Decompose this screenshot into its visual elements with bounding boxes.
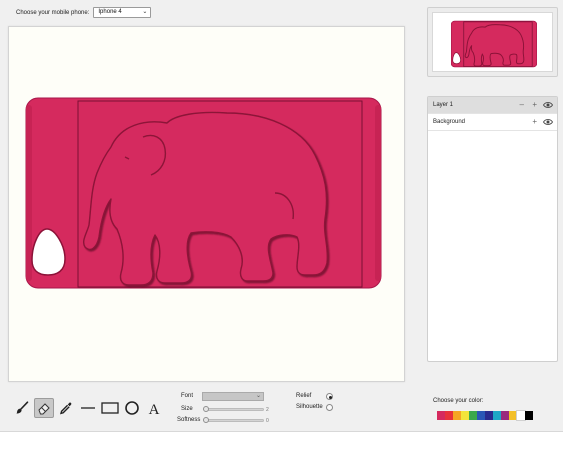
color-label: Choose your color:	[433, 398, 484, 404]
layer-name: Background	[433, 119, 466, 125]
phone-select-value: Iphone 4	[98, 9, 122, 15]
line-tool[interactable]	[78, 398, 98, 418]
rectangle-icon	[101, 402, 119, 414]
svg-text:A: A	[149, 402, 160, 416]
add-layer-button[interactable]: +	[532, 100, 537, 110]
eye-icon[interactable]	[543, 118, 553, 126]
tool-palette: A	[12, 396, 166, 420]
chevron-down-icon: ⌄	[142, 9, 148, 15]
design-canvas[interactable]	[8, 26, 405, 382]
softness-label: Softness	[177, 417, 201, 423]
color-swatch-8[interactable]	[493, 411, 501, 420]
thumbnail-preview[interactable]	[451, 18, 537, 70]
silhouette-radio[interactable]	[326, 404, 333, 411]
size-label: Size	[181, 406, 193, 412]
app-window: Choose your mobile phone: Iphone 4 ⌄ Lay…	[0, 0, 563, 432]
relief-label: Relief	[296, 393, 312, 399]
font-label: Font	[181, 393, 194, 399]
layer-name: Layer 1	[433, 102, 454, 108]
size-slider-handle[interactable]	[203, 406, 209, 412]
silhouette-label: Silhouette	[296, 404, 323, 410]
circle-icon	[125, 401, 139, 415]
eraser-tool[interactable]	[34, 398, 54, 418]
color-swatch-10[interactable]	[509, 411, 517, 420]
phone-select[interactable]: Iphone 4 ⌄	[93, 7, 152, 18]
eraser-icon	[38, 403, 50, 415]
color-swatch-3[interactable]	[453, 411, 461, 420]
color-swatch-2[interactable]	[445, 411, 453, 420]
size-slider[interactable]	[204, 408, 264, 411]
brush-icon	[16, 401, 29, 414]
thumbnail-frame	[432, 12, 553, 72]
chevron-down-icon: ⌄	[255, 393, 261, 399]
relief-radio[interactable]	[326, 393, 333, 400]
case-side-left	[26, 105, 32, 281]
color-swatch-7[interactable]	[485, 411, 493, 420]
add-layer-button[interactable]: +	[532, 117, 537, 127]
line-icon	[81, 407, 95, 409]
case-side-right	[375, 105, 381, 281]
phone-case-preview	[25, 97, 382, 289]
brush-tool[interactable]	[12, 398, 32, 418]
softness-value: 0	[266, 418, 269, 424]
color-swatch-12[interactable]	[525, 411, 533, 420]
layers-panel: Layer 1 – + Background +	[427, 96, 558, 362]
text-tool[interactable]: A	[144, 398, 164, 418]
size-value: 2	[266, 407, 269, 413]
circle-tool[interactable]	[122, 398, 142, 418]
color-swatches	[437, 410, 533, 421]
softness-slider[interactable]	[204, 419, 264, 422]
text-icon: A	[149, 402, 160, 416]
eyedropper-icon	[60, 402, 72, 415]
color-swatch-4[interactable]	[461, 411, 469, 420]
color-swatch-6[interactable]	[477, 411, 485, 420]
remove-layer-button[interactable]: –	[520, 100, 524, 110]
color-swatch-11[interactable]	[516, 410, 526, 421]
rectangle-tool[interactable]	[100, 398, 120, 418]
font-select[interactable]: ⌄	[202, 392, 264, 401]
phone-label: Choose your mobile phone:	[16, 9, 90, 16]
color-swatch-1[interactable]	[437, 411, 445, 420]
eye-icon[interactable]	[543, 101, 553, 109]
color-swatch-9[interactable]	[501, 411, 509, 420]
picker-tool[interactable]	[56, 398, 76, 418]
color-swatch-5[interactable]	[469, 411, 477, 420]
phone-chooser: Choose your mobile phone: Iphone 4 ⌄	[16, 7, 152, 18]
thumbnail-panel	[427, 7, 558, 77]
layer-row-layer-1[interactable]: Layer 1 – +	[428, 97, 557, 114]
layer-row-background[interactable]: Background +	[428, 114, 557, 131]
softness-slider-handle[interactable]	[203, 417, 209, 423]
